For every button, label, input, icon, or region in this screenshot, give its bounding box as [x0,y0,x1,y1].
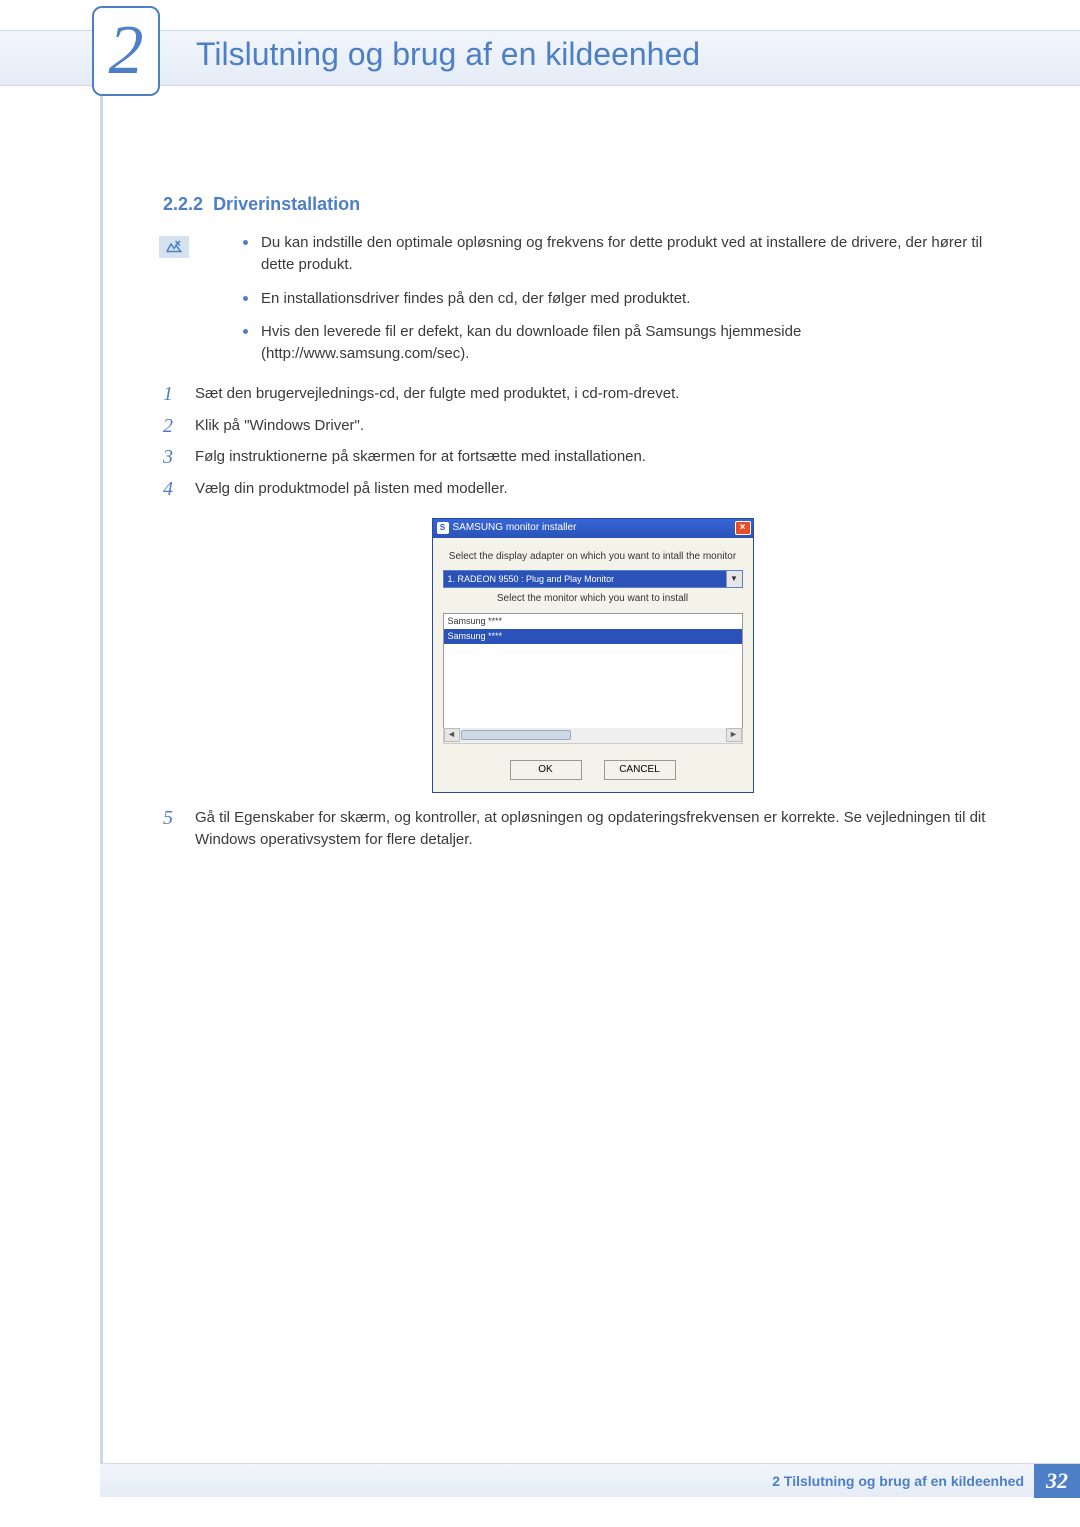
scroll-right-icon[interactable]: ► [726,728,742,742]
list-item: Hvis den leverede fil er defekt, kan du … [243,321,990,365]
step-number: 1 [163,380,173,409]
installer-body: Select the display adapter on which you … [433,538,753,792]
note-list: Du kan indstille den optimale opløsning … [243,232,990,365]
content-area: Du kan indstille den optimale opløsning … [163,232,990,860]
step-text: Gå til Egenskaber for skærm, og kontroll… [195,809,985,848]
list-item-selected[interactable]: Samsung **** [444,629,742,644]
list-item[interactable]: Samsung **** [444,614,742,629]
list-item: 4 Vælg din produktmodel på listen med mod… [163,478,990,793]
note-text: Hvis den leverede fil er defekt, kan du … [261,323,801,362]
step-text: Klik på "Windows Driver". [195,417,364,434]
monitor-listbox[interactable]: Samsung **** Samsung **** [443,613,743,729]
note-text: En installationsdriver findes på den cd,… [261,290,690,307]
list-item: En installationsdriver findes på den cd,… [243,288,990,310]
step-number: 4 [163,475,173,504]
close-icon[interactable]: × [735,521,751,535]
chapter-number: 2 [109,11,144,91]
horizontal-scrollbar[interactable]: ◄ ► [443,728,743,744]
page-number: 32 [1034,1464,1080,1498]
step-number: 3 [163,443,173,472]
adapter-value: 1. RADEON 9550 : Plug and Play Monitor [448,574,615,584]
section-title: Driverinstallation [213,194,360,214]
step-text: Sæt den brugervejlednings-cd, der fulgte… [195,385,679,402]
list-item: 1Sæt den brugervejlednings-cd, der fulgt… [163,383,990,405]
list-item: Du kan indstille den optimale opløsning … [243,232,990,276]
adapter-combobox[interactable]: 1. RADEON 9550 : Plug and Play Monitor ▼ [443,570,743,588]
list-item: 2Klik på "Windows Driver". [163,415,990,437]
installer-app-icon: S [437,522,449,534]
step-number: 2 [163,412,173,441]
step-number: 5 [163,804,173,833]
footer-text: 2 Tilslutning og brug af en kildeenhed [772,1473,1024,1489]
list-item: 3Følg instruktionerne på skærmen for at … [163,446,990,468]
chapter-badge: 2 [92,6,160,96]
section-number: 2.2.2 [163,194,203,214]
step-list: 1 Sæt den brugervejlednings-cd, der fulgt… [163,383,990,851]
section-heading: 2.2.2 Driverinstallation [163,194,360,215]
installer-label-adapter: Select the display adapter on which you … [443,550,743,565]
scroll-left-icon[interactable]: ◄ [444,728,460,742]
cancel-button[interactable]: CANCEL [604,760,676,780]
list-item: 5 Gå til Egenskaber for skærm, og kontrol… [163,807,990,851]
installer-titlebar: S SAMSUNG monitor installer × [433,519,753,538]
note-icon [159,236,189,258]
installer-window: S SAMSUNG monitor installer × Select the… [432,518,754,793]
step-text: Følg instruktionerne på skærmen for at f… [195,448,646,465]
note-text: Du kan indstille den optimale opløsning … [261,234,982,273]
installer-title: SAMSUNG monitor installer [453,521,577,536]
installer-label-monitor: Select the monitor which you want to ins… [443,592,743,607]
footer-bar: 2 Tilslutning og brug af en kildeenhed 3… [100,1463,1080,1497]
scroll-thumb[interactable] [461,730,571,740]
ok-button[interactable]: OK [510,760,582,780]
left-margin-stripe [100,30,103,1497]
note-block: Du kan indstille den optimale opløsning … [163,232,990,365]
step-text: Vælg din produktmodel på listen med mode… [195,480,508,497]
chapter-title: Tilslutning og brug af en kildeenhed [196,36,700,73]
chevron-down-icon[interactable]: ▼ [726,571,742,587]
installer-buttons: OK CANCEL [443,760,743,780]
installer-title-wrap: S SAMSUNG monitor installer [437,521,577,536]
